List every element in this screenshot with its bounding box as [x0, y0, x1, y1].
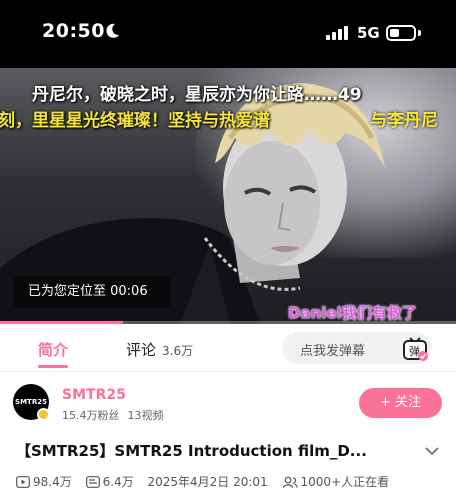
danmaku-count-icon — [85, 476, 100, 488]
uploader-fans: 15.4万粉丝 — [62, 409, 120, 422]
uploader-stats: 15.4万粉丝 13视频 — [62, 407, 164, 423]
tab-comments-label: 评论 — [126, 341, 157, 359]
uploader-name[interactable]: SMTR25 — [62, 387, 126, 403]
danmaku-line-1: 丹尼尔，破晓之时，星辰亦为你让路……49 — [32, 85, 362, 105]
video-player[interactable]: 丹尼尔，破晓之时，星辰亦为你让路……49 刻，里星星光终璀璨！坚持与热爱谱 与李… — [0, 68, 456, 324]
danmaku-count: 6.4万 — [102, 475, 134, 489]
watching-people-icon — [282, 476, 298, 488]
follow-button[interactable]: + 关注 — [359, 388, 442, 418]
seek-toast: 已为您定位至 00:06 — [14, 276, 170, 308]
status-time: 20:50 — [42, 20, 105, 42]
danmaku-line-2: 刻，里星星光终璀璨！坚持与热爱谱 — [0, 111, 270, 131]
signal-icon — [326, 26, 348, 40]
verified-badge-icon — [37, 408, 50, 421]
danmaku-line-3: 与李丹尼 — [370, 111, 438, 131]
status-bar: 20:50 5G — [0, 0, 456, 68]
views-count: 98.4万 — [33, 475, 72, 489]
tab-intro[interactable]: 简介 — [38, 339, 68, 360]
battery-tip — [418, 30, 421, 36]
danmaku-input-placeholder: 点我发弹幕 — [300, 344, 366, 359]
publish-date: 2025年4月2日 20:01 — [147, 475, 268, 489]
battery-icon — [386, 25, 416, 41]
play-count-icon — [16, 476, 30, 488]
comments-count: 3.6万 — [162, 344, 194, 358]
watching-count: 1000+人正在看 — [300, 475, 390, 489]
danmaku-toggle-icon[interactable]: 弹 — [402, 336, 428, 362]
tab-comments[interactable]: 评论 3.6万 — [126, 339, 193, 360]
tab-active-indicator — [38, 365, 68, 368]
chevron-down-icon[interactable] — [425, 446, 439, 456]
video-meta: 98.4万 6.4万 2025年4月2日 20:01 1000+人正在看 — [16, 473, 389, 490]
network-label: 5G — [357, 24, 380, 42]
video-title[interactable]: 【SMTR25】SMTR25 Introduction film_D... — [16, 440, 414, 461]
uploader-videos: 13视频 — [127, 409, 164, 422]
danmaku-line-4: Daniel我们有救了 — [288, 304, 417, 322]
moon-icon — [106, 23, 119, 38]
